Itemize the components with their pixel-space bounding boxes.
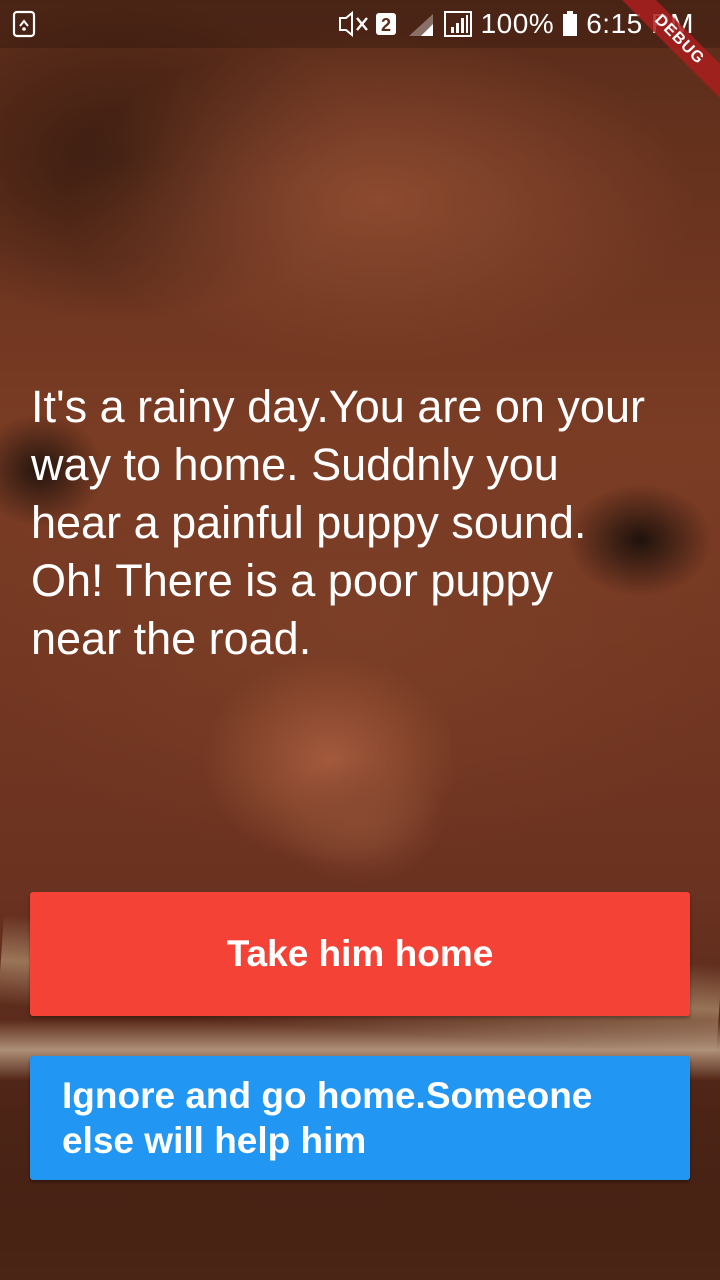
story-text: It's a rainy day.You are on your way to … [31,381,645,664]
screenshot-icon [12,10,38,38]
signal-icon [443,10,473,38]
sim-2-icon: 2 [375,10,397,38]
take-him-home-button[interactable]: Take him home [30,892,690,1016]
battery-icon [562,10,578,38]
mute-icon [337,10,368,38]
status-bar: 2 100% 6:15 PM [0,0,720,48]
battery-percentage: 100% [480,8,555,39]
sim-badge-text: 2 [381,15,391,35]
app-screen: 2 100% 6:15 PM DEBUG It's a rainy day.Yo… [0,0,720,1280]
sim-2-signal-icon [405,10,435,38]
ignore-and-go-home-button[interactable]: Ignore and go home.Someone else will hel… [30,1056,690,1180]
